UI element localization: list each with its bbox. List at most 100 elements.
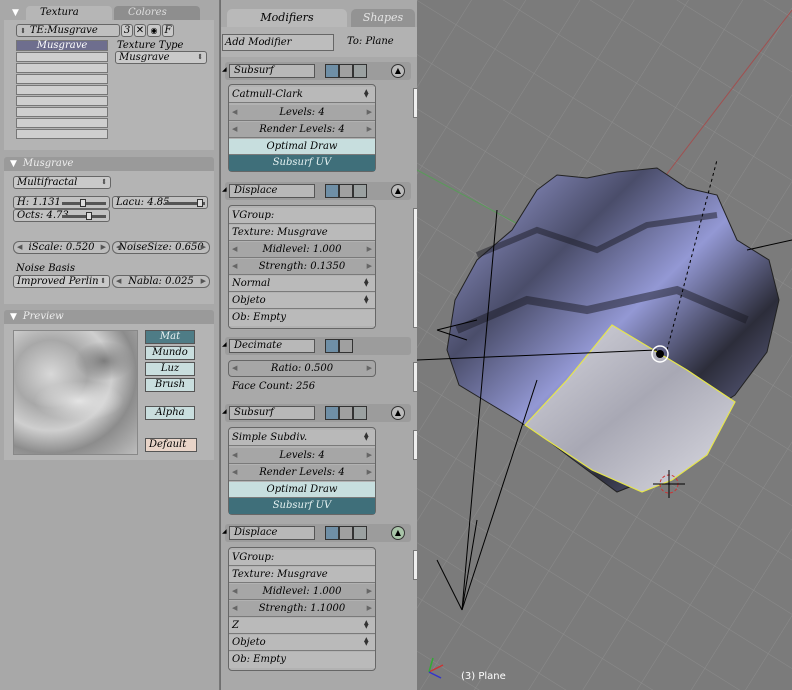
vgroup-field[interactable]: VGroup: [229,550,375,566]
texture-slot[interactable] [16,52,108,62]
octs-slider[interactable]: Octs: 4.73 [13,209,110,222]
decrement-arrow-icon[interactable]: ◀ [116,276,121,287]
preview-brush-button[interactable]: Brush [145,378,195,392]
move-up-icon[interactable]: ▲ [391,64,405,78]
editmode-toggle-icon[interactable] [353,64,367,78]
strength-field[interactable]: ◀ Strength: 0.1350 ▶ [229,259,375,275]
modifier-name-field[interactable]: Subsurf [229,406,315,420]
render-levels-field[interactable]: ◀ Render Levels: 4 ▶ [229,122,375,138]
realtime-toggle-icon[interactable] [339,64,353,78]
musgrave-type-select[interactable]: Multifractal ⇕ [13,176,111,189]
levels-field[interactable]: ◀ Levels: 4 ▶ [229,105,375,121]
preview-luz-button[interactable]: Luz [145,362,195,376]
modifier-name-field[interactable]: Decimate [229,339,315,353]
collapse-triangle-icon[interactable]: ▼ [10,312,17,322]
expand-arrow-icon[interactable]: ◢ [222,408,227,415]
realtime-toggle-icon[interactable] [339,339,353,353]
increment-arrow-icon[interactable]: ▶ [367,601,372,616]
midlevel-field[interactable]: ◀ Midlevel: 1.000 ▶ [229,242,375,258]
iscale-field[interactable]: ◀ iScale: 0.520 ▶ [13,241,110,254]
lacu-slider[interactable]: Lacu: 4.85 [112,196,208,209]
h-slider[interactable]: H: 1.131 [13,196,110,209]
tab-shapes[interactable]: Shapes [351,9,415,27]
render-toggle-icon[interactable] [325,64,339,78]
texture-name-field[interactable]: ⇕ TE:Musgrave [16,24,120,37]
increment-arrow-icon[interactable]: ▶ [101,242,106,253]
texture-type-select[interactable]: Musgrave ⇕ [115,51,207,64]
texture-slot-selected[interactable]: Musgrave [16,40,108,51]
expand-arrow-icon[interactable]: ◢ [222,341,227,348]
fake-user-icon[interactable]: ◉ [147,24,161,37]
texture-slot[interactable] [16,129,108,139]
decrement-arrow-icon[interactable]: ◀ [232,361,237,376]
unlink-x-icon[interactable]: ✕ [134,24,146,37]
decrement-arrow-icon[interactable]: ◀ [232,465,237,480]
direction-select[interactable]: Normal ▲ ▼ [229,276,375,292]
subsurf-type-select[interactable]: Catmull-Clark ▲ ▼ [229,87,375,103]
modifier-name-field[interactable]: Displace [229,526,315,540]
ratio-field[interactable]: ◀ Ratio: 0.500 ▶ [228,360,376,377]
tab-modifiers[interactable]: Modifiers [227,9,347,27]
increment-arrow-icon[interactable]: ▶ [367,259,372,274]
texture-field[interactable]: Texture: Musgrave [229,225,375,241]
decrement-arrow-icon[interactable]: ◀ [17,242,22,253]
collapse-triangle-icon[interactable]: ▼ [12,6,19,20]
slider-knob[interactable] [80,199,86,207]
texture-slot[interactable] [16,85,108,95]
move-up-icon[interactable]: ▲ [391,184,405,198]
levels-field[interactable]: ◀ Levels: 4 ▶ [229,448,375,464]
collapse-triangle-icon[interactable]: ▼ [10,159,17,169]
increment-arrow-icon[interactable]: ▶ [367,105,372,120]
direction-select[interactable]: Z ▲ ▼ [229,618,375,634]
decrement-arrow-icon[interactable]: ◀ [232,259,237,274]
3d-viewport[interactable]: (3) Plane [417,0,792,690]
ob-field[interactable]: Ob: Empty [229,652,375,668]
preview-mundo-button[interactable]: Mundo [145,346,195,360]
texture-slot[interactable] [16,63,108,73]
preview-mat-button[interactable]: Mat [145,330,195,344]
texcoord-select[interactable]: Objeto ▲ ▼ [229,635,375,651]
texture-field[interactable]: Texture: Musgrave [229,567,375,583]
realtime-toggle-icon[interactable] [339,184,353,198]
increment-arrow-icon[interactable]: ▶ [201,276,206,287]
expand-arrow-icon[interactable]: ◢ [222,186,227,193]
slider-knob[interactable] [197,199,203,207]
optimal-draw-toggle[interactable]: Optimal Draw [229,139,375,155]
subsurf-type-select[interactable]: Simple Subdiv. ▲ ▼ [229,430,375,446]
midlevel-field[interactable]: ◀ Midlevel: 1.000 ▶ [229,584,375,600]
preview-panel-header[interactable]: ▼ Preview [4,310,214,324]
texture-slot[interactable] [16,74,108,84]
nabla-field[interactable]: ◀ Nabla: 0.025 ▶ [112,275,210,288]
tab-colores[interactable]: Colores [114,6,200,20]
editmode-toggle-icon[interactable] [353,406,367,420]
render-toggle-icon[interactable] [325,526,339,540]
decrement-arrow-icon[interactable]: ◀ [232,601,237,616]
editmode-toggle-icon[interactable] [353,184,367,198]
strength-field[interactable]: ◀ Strength: 1.1000 ▶ [229,601,375,617]
modifier-name-field[interactable]: Displace [229,184,315,198]
texture-slot[interactable] [16,107,108,117]
texture-slot[interactable] [16,96,108,106]
fake-f-button[interactable]: F [162,24,174,37]
slider-knob[interactable] [86,212,92,220]
decrement-arrow-icon[interactable]: ◀ [232,122,237,137]
expand-arrow-icon[interactable]: ◢ [222,528,227,535]
decrement-arrow-icon[interactable]: ◀ [232,105,237,120]
subsurf-uv-toggle[interactable]: Subsurf UV [229,155,375,171]
increment-arrow-icon[interactable]: ▶ [201,242,206,253]
noisesize-field[interactable]: ◀ NoiseSize: 0.650 ▶ [112,241,210,254]
texture-users-count[interactable]: 3 [121,24,133,37]
increment-arrow-icon[interactable]: ▶ [367,361,372,376]
render-toggle-icon[interactable] [325,406,339,420]
render-toggle-icon[interactable] [325,184,339,198]
decrement-arrow-icon[interactable]: ◀ [232,584,237,599]
expand-arrow-icon[interactable]: ◢ [222,66,227,73]
default-vars-button[interactable]: Default Va [145,438,197,452]
decrement-arrow-icon[interactable]: ◀ [116,242,121,253]
add-modifier-button[interactable]: Add Modifier [222,34,334,51]
viewport-canvas[interactable] [417,0,792,690]
increment-arrow-icon[interactable]: ▶ [367,242,372,257]
texture-slot[interactable] [16,118,108,128]
increment-arrow-icon[interactable]: ▶ [367,584,372,599]
preview-alpha-button[interactable]: Alpha [145,406,195,420]
